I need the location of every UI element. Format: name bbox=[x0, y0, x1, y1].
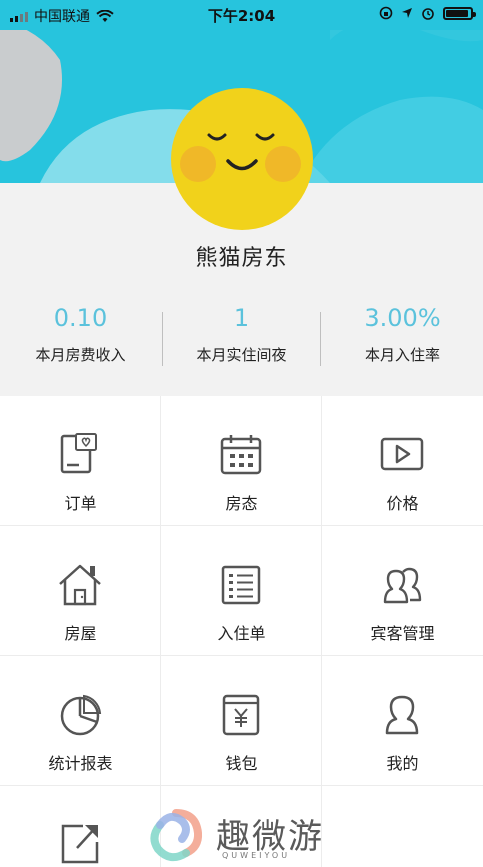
stat-room-nights[interactable]: 1 本月实住间夜 bbox=[161, 298, 322, 388]
menu-item-label: 房屋 bbox=[64, 624, 97, 643]
menu-item-label: 房态 bbox=[225, 494, 258, 513]
watermark-subtext: QUWEIYOU bbox=[222, 851, 291, 860]
menu-item-wallet[interactable]: 钱包 bbox=[161, 656, 322, 786]
user-icon bbox=[385, 695, 419, 735]
menu-item-label: 我的 bbox=[386, 754, 419, 773]
location-icon bbox=[402, 8, 412, 18]
menu-grid: 订单 房态 价格 房屋 入住单 宾客管理 统计报表 钱包 我的 bbox=[0, 396, 483, 867]
stat-label: 本月房费收入 bbox=[35, 346, 126, 364]
order-icon bbox=[60, 433, 97, 474]
alarm-icon bbox=[422, 8, 434, 20]
menu-item-share[interactable] bbox=[0, 786, 161, 867]
menu-item-label: 统计报表 bbox=[48, 754, 113, 773]
watermark: 趣微游 QUWEIYOU bbox=[146, 805, 356, 867]
stat-divider bbox=[162, 312, 163, 366]
menu-item-mine[interactable]: 我的 bbox=[322, 656, 483, 786]
menu-item-label: 订单 bbox=[64, 494, 97, 513]
share-icon bbox=[61, 824, 99, 864]
stat-label: 本月实住间夜 bbox=[196, 346, 287, 364]
status-bar: 中国联通 下午2:04 bbox=[0, 0, 483, 30]
list-icon bbox=[221, 565, 261, 605]
menu-item-reports[interactable]: 统计报表 bbox=[0, 656, 161, 786]
watermark-logo-icon bbox=[150, 809, 203, 862]
stat-label: 本月入住率 bbox=[364, 346, 440, 364]
status-right bbox=[379, 6, 476, 20]
guests-icon bbox=[383, 567, 422, 604]
pie-chart-icon bbox=[60, 694, 102, 736]
stat-occupancy[interactable]: 3.00% 本月入住率 bbox=[322, 298, 483, 388]
stat-value: 3.00% bbox=[364, 304, 441, 332]
battery-icon bbox=[443, 6, 476, 20]
avatar[interactable] bbox=[171, 88, 313, 230]
play-icon bbox=[380, 437, 424, 471]
menu-item-guests[interactable]: 宾客管理 bbox=[322, 526, 483, 656]
stat-divider bbox=[320, 312, 321, 366]
stat-revenue[interactable]: 0.10 本月房费收入 bbox=[0, 298, 161, 388]
menu-item-orders[interactable]: 订单 bbox=[0, 396, 161, 526]
rotation-lock-icon bbox=[379, 6, 393, 20]
menu-item-label: 钱包 bbox=[225, 754, 258, 773]
calendar-icon bbox=[220, 435, 262, 475]
house-icon bbox=[59, 564, 101, 606]
username: 熊猫房东 bbox=[195, 246, 288, 271]
menu-item-room-status[interactable]: 房态 bbox=[161, 396, 322, 526]
menu-item-houses[interactable]: 房屋 bbox=[0, 526, 161, 656]
wallet-icon bbox=[222, 694, 260, 736]
menu-item-price[interactable]: 价格 bbox=[322, 396, 483, 526]
menu-item-checkin-list[interactable]: 入住单 bbox=[161, 526, 322, 656]
menu-item-label: 宾客管理 bbox=[370, 624, 435, 643]
stat-value: 0.10 bbox=[53, 304, 108, 332]
menu-item-label: 价格 bbox=[386, 494, 419, 513]
menu-item-label: 入住单 bbox=[217, 624, 266, 643]
stats-row: 0.10 本月房费收入 1 本月实住间夜 3.00% 本月入住率 bbox=[0, 298, 483, 388]
stat-value: 1 bbox=[233, 304, 250, 332]
